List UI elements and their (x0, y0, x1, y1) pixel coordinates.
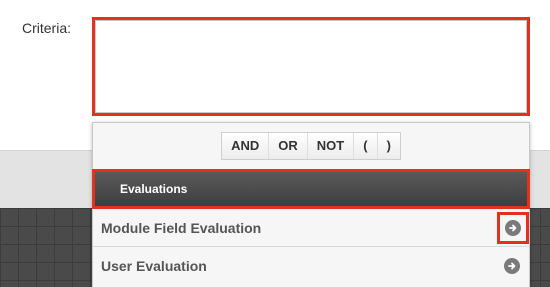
user-evaluation-item[interactable]: User Evaluation (93, 247, 529, 285)
and-button[interactable]: AND (222, 133, 270, 159)
operator-toolbar: AND OR NOT ( ) (93, 123, 529, 169)
arrow-right-circle-icon[interactable] (501, 255, 523, 277)
module-field-evaluation-item[interactable]: Module Field Evaluation (93, 209, 529, 247)
or-button[interactable]: OR (269, 133, 308, 159)
criteria-builder-dropdown: AND OR NOT ( ) Evaluations Module Field … (92, 122, 530, 287)
close-paren-button[interactable]: ) (377, 133, 400, 159)
evaluations-header: Evaluations (92, 169, 530, 209)
arrow-right-circle-icon[interactable] (497, 212, 529, 244)
criteria-label: Criteria: (22, 20, 72, 36)
open-paren-button[interactable]: ( (354, 133, 378, 159)
list-item-label: Module Field Evaluation (101, 220, 262, 236)
operator-button-group: AND OR NOT ( ) (221, 132, 401, 160)
not-button[interactable]: NOT (307, 133, 355, 159)
criteria-input[interactable] (92, 17, 530, 116)
list-item-label: User Evaluation (101, 258, 207, 274)
